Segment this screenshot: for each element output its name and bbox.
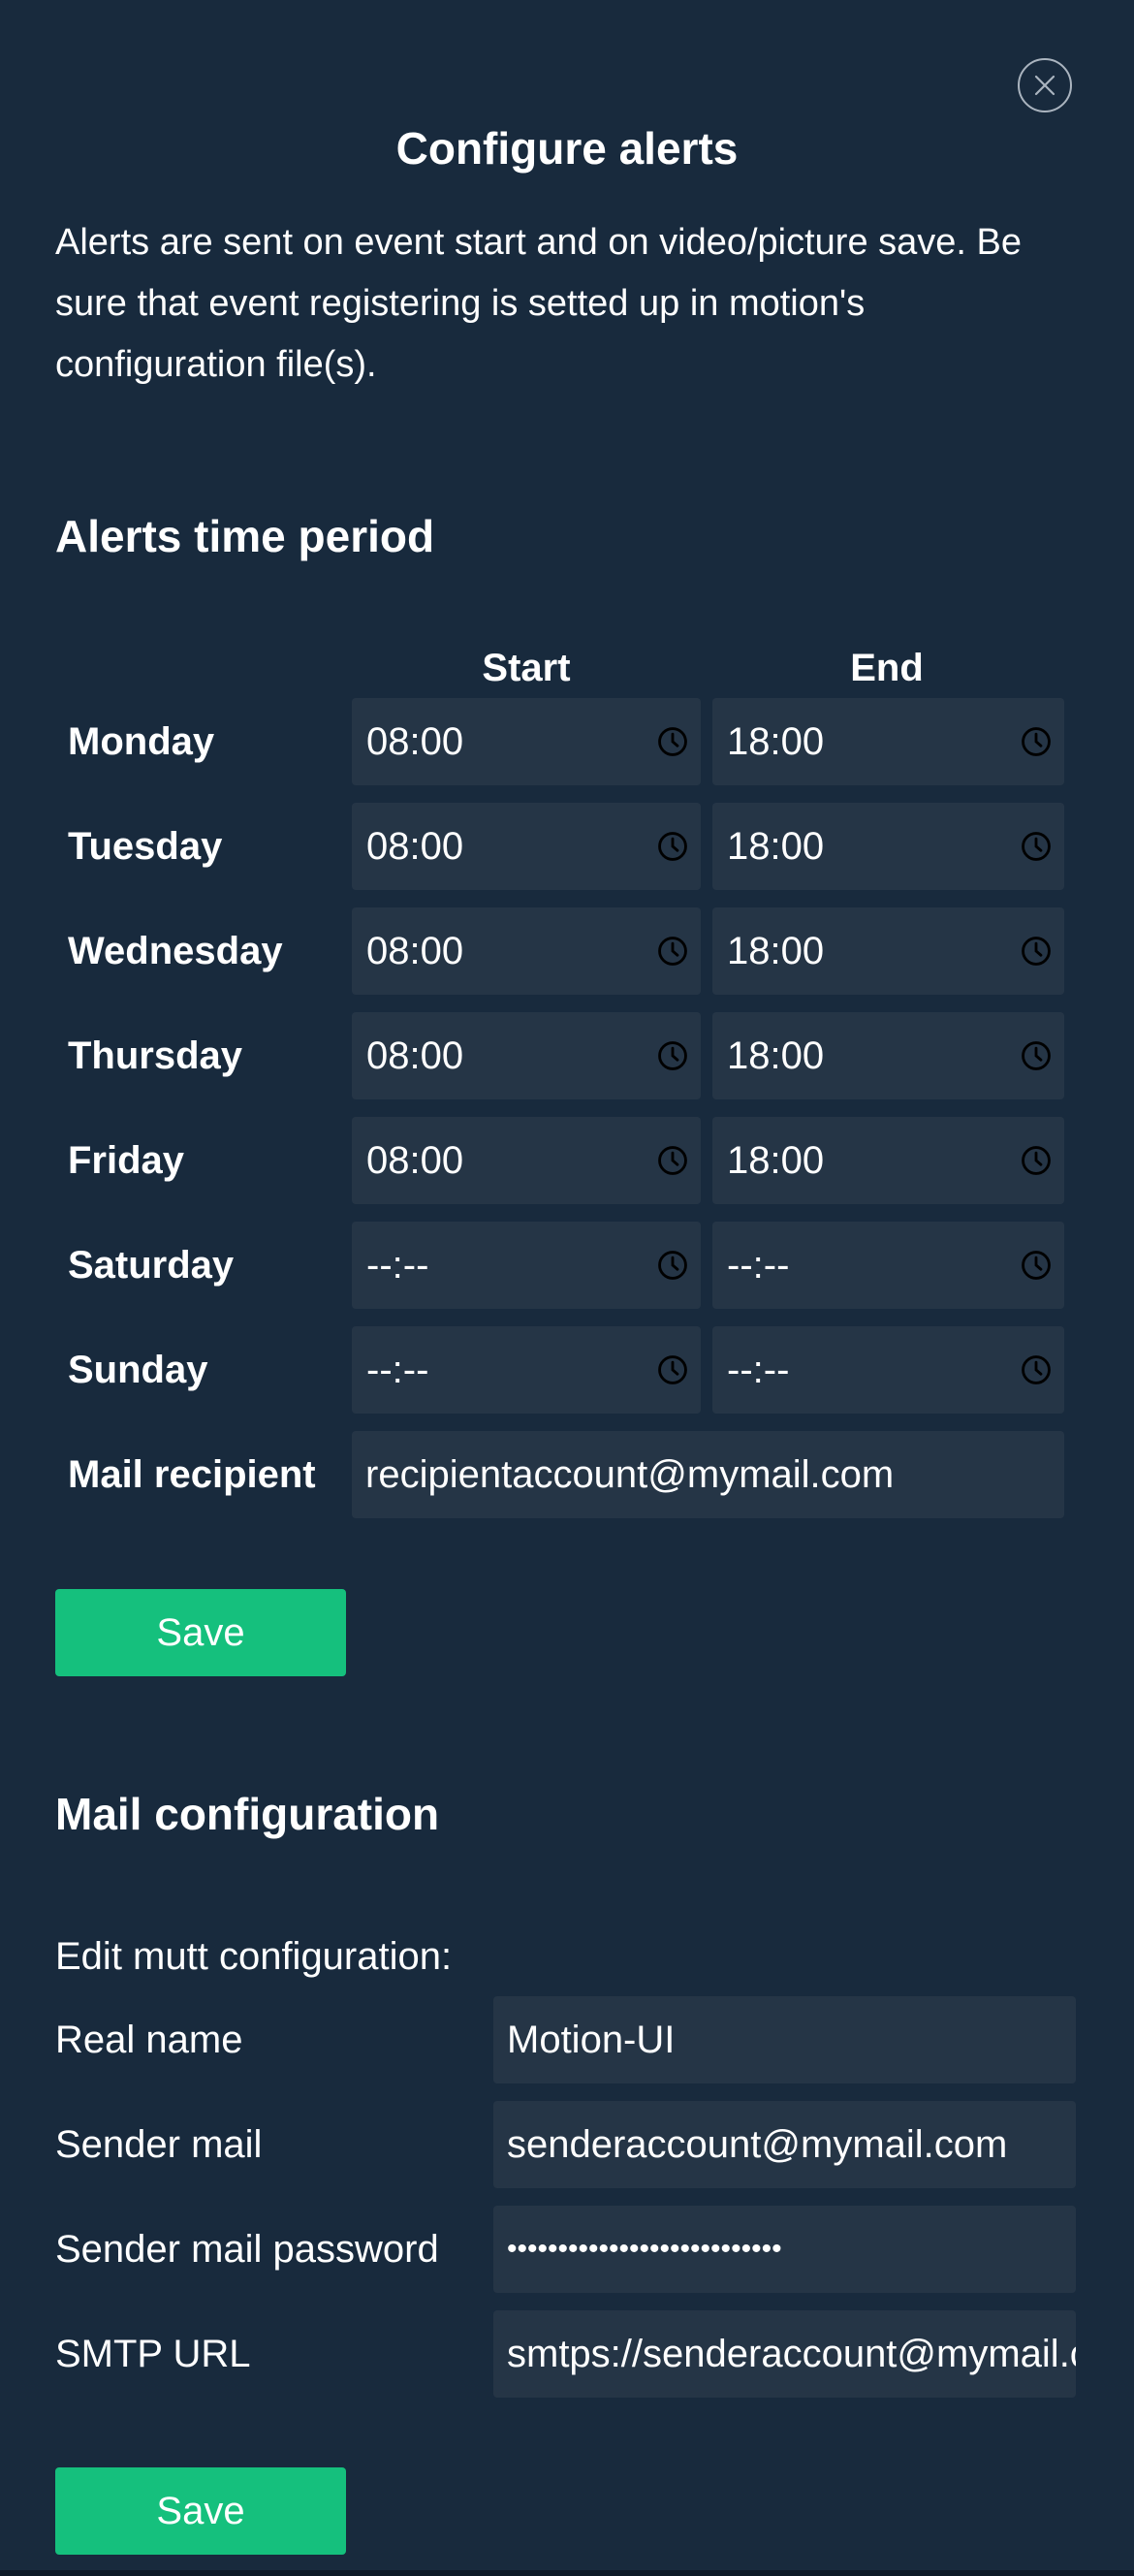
clock-icon[interactable]	[656, 725, 689, 758]
clock-icon[interactable]	[1020, 1353, 1053, 1386]
alerts-time-period-title: Alerts time period	[55, 511, 435, 561]
mail-recipient-input[interactable]: recipientaccount@mymail.com	[352, 1431, 1064, 1518]
clock-icon[interactable]	[1020, 725, 1053, 758]
close-icon	[1034, 75, 1055, 96]
saturday-start-time-input[interactable]: --:--	[352, 1222, 701, 1309]
wednesday-end-time-input[interactable]: 18:00	[712, 907, 1064, 995]
time-value: 18:00	[727, 929, 825, 972]
clock-icon[interactable]	[656, 1144, 689, 1177]
day-label-thursday: Thursday	[68, 1034, 243, 1077]
monday-end-time-input[interactable]: 18:00	[712, 698, 1064, 785]
start-column-header: Start	[482, 647, 571, 689]
day-label-monday: Monday	[68, 720, 215, 763]
end-column-header: End	[850, 647, 924, 689]
tuesday-start-time-input[interactable]: 08:00	[352, 803, 701, 890]
time-value: 18:00	[727, 1138, 825, 1182]
clock-icon[interactable]	[656, 1353, 689, 1386]
sender-mail-input[interactable]: senderaccount@mymail.com	[493, 2101, 1076, 2188]
save-alerts-button[interactable]: Save	[55, 1589, 346, 1676]
time-value: 18:00	[727, 824, 825, 868]
mail-configuration-title: Mail configuration	[55, 1789, 440, 1839]
sunday-start-time-input[interactable]: --:--	[352, 1326, 701, 1414]
time-value: 18:00	[727, 1034, 825, 1077]
clock-icon[interactable]	[656, 830, 689, 863]
time-value: --:--	[727, 1243, 790, 1287]
configure-alerts-panel: Configure alerts Alerts are sent on even…	[0, 0, 1134, 2576]
clock-icon[interactable]	[1020, 1039, 1053, 1072]
sender-mail-label: Sender mail	[55, 2123, 263, 2166]
friday-end-time-input[interactable]: 18:00	[712, 1117, 1064, 1204]
bottom-divider	[0, 2570, 1134, 2576]
saturday-end-time-input[interactable]: --:--	[712, 1222, 1064, 1309]
page-title: Configure alerts	[395, 123, 739, 174]
save-mail-configuration-button[interactable]: Save	[55, 2467, 346, 2555]
friday-start-time-input[interactable]: 08:00	[352, 1117, 701, 1204]
smtp-url-label: SMTP URL	[55, 2333, 251, 2375]
smtp-url-input[interactable]: smtps://senderaccount@mymail.com	[493, 2310, 1076, 2398]
tuesday-end-time-input[interactable]: 18:00	[712, 803, 1064, 890]
wednesday-start-time-input[interactable]: 08:00	[352, 907, 701, 995]
sender-mail-password-input[interactable]: •••••••••••••••••••••••••••	[493, 2206, 1076, 2293]
day-label-tuesday: Tuesday	[68, 825, 223, 868]
edit-mutt-configuration-label: Edit mutt configuration:	[55, 1935, 453, 1978]
close-button[interactable]	[1018, 58, 1072, 112]
day-label-wednesday: Wednesday	[68, 930, 283, 972]
clock-icon[interactable]	[1020, 1249, 1053, 1282]
time-value: 08:00	[366, 929, 464, 972]
clock-icon[interactable]	[1020, 935, 1053, 968]
time-value: --:--	[366, 1348, 429, 1391]
time-value: 08:00	[366, 719, 464, 763]
clock-icon[interactable]	[656, 935, 689, 968]
sunday-end-time-input[interactable]: --:--	[712, 1326, 1064, 1414]
time-value: --:--	[366, 1243, 429, 1287]
day-label-sunday: Sunday	[68, 1349, 208, 1391]
clock-icon[interactable]	[656, 1249, 689, 1282]
day-label-friday: Friday	[68, 1139, 185, 1182]
time-value: 08:00	[366, 1138, 464, 1182]
time-value: 08:00	[366, 1034, 464, 1077]
mail-recipient-label: Mail recipient	[68, 1453, 316, 1496]
clock-icon[interactable]	[1020, 1144, 1053, 1177]
thursday-end-time-input[interactable]: 18:00	[712, 1012, 1064, 1099]
day-label-saturday: Saturday	[68, 1244, 235, 1287]
clock-icon[interactable]	[1020, 830, 1053, 863]
time-value: 08:00	[366, 824, 464, 868]
sender-mail-password-label: Sender mail password	[55, 2228, 439, 2271]
clock-icon[interactable]	[656, 1039, 689, 1072]
thursday-start-time-input[interactable]: 08:00	[352, 1012, 701, 1099]
time-value: 18:00	[727, 719, 825, 763]
real-name-input[interactable]: Motion-UI	[493, 1996, 1076, 2083]
time-value: --:--	[727, 1348, 790, 1391]
intro-text: Alerts are sent on event start and on vi…	[55, 222, 1023, 385]
monday-start-time-input[interactable]: 08:00	[352, 698, 701, 785]
real-name-label: Real name	[55, 2019, 243, 2061]
